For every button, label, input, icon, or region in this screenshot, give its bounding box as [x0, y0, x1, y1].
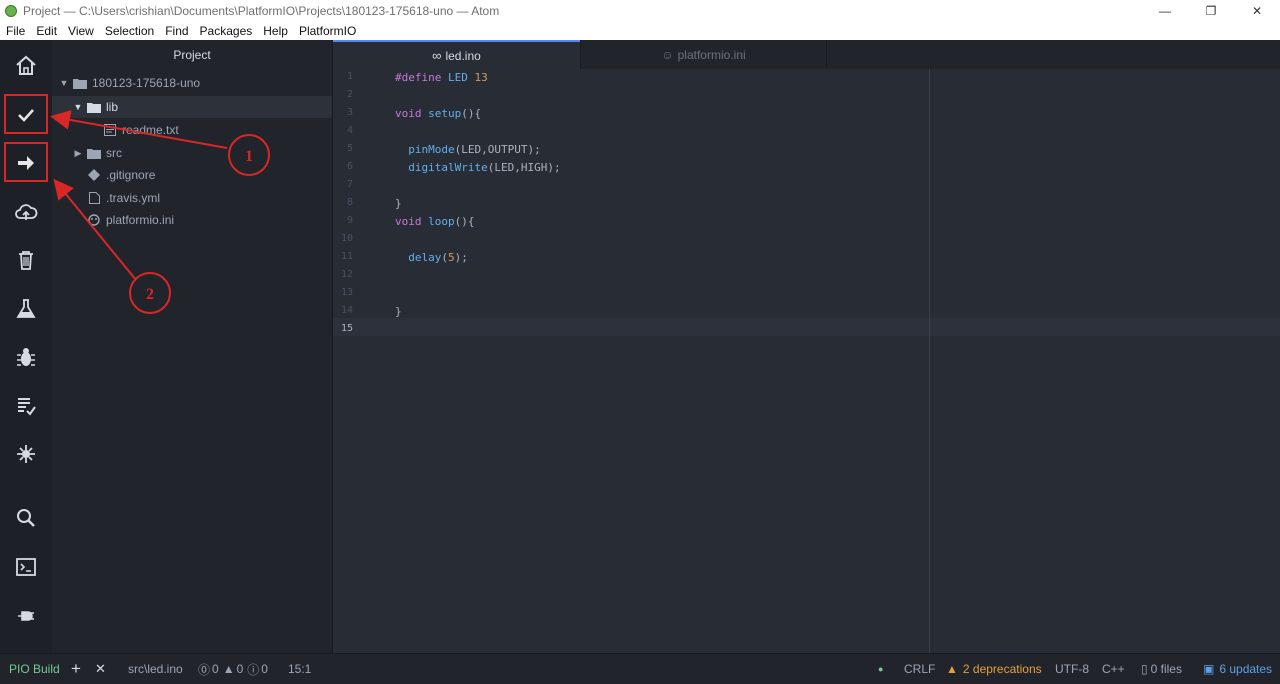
- warning-icon: ▲: [222, 662, 235, 676]
- deprecations-label: 2 deprecations: [962, 662, 1042, 676]
- file-icon: ▯: [1141, 662, 1148, 676]
- warning-count: 0: [236, 662, 244, 676]
- updates-label: 6 updates: [1219, 662, 1273, 676]
- add-terminal-button[interactable]: +: [71, 654, 81, 684]
- git-status-dot-icon: ●: [878, 664, 884, 674]
- annotation-arrow-1: [50, 109, 228, 149]
- annotation-overlay: 1 2: [50, 109, 270, 314]
- package-icon: ▣: [1203, 662, 1215, 676]
- line-ending[interactable]: CRLF: [904, 654, 935, 684]
- error-count: 0: [212, 662, 219, 676]
- info-count: 0: [261, 662, 268, 676]
- diagnostics[interactable]: ⓪ 0 ▲ 0 ⓘ 0: [198, 654, 268, 684]
- pio-build-label[interactable]: PIO Build: [9, 654, 60, 684]
- annotation-arrow-2: [53, 178, 137, 281]
- info-icon: ⓘ: [247, 662, 260, 677]
- grammar[interactable]: C++: [1102, 654, 1125, 684]
- annotation-label-2: 2: [146, 286, 154, 303]
- status-bar: PIO Build + ✕ src\led.ino ⓪ 0 ▲ 0 ⓘ 0 15…: [0, 653, 1280, 683]
- annotation-label-1: 1: [245, 148, 253, 165]
- file-path[interactable]: src\led.ino: [128, 654, 183, 684]
- deprecation-warning-icon: ▲: [946, 662, 958, 676]
- files-indicator[interactable]: ▯ 0 files: [1141, 654, 1182, 684]
- close-terminal-button[interactable]: ✕: [95, 654, 106, 684]
- updates-indicator[interactable]: ▣ 6 updates: [1203, 654, 1272, 684]
- deprecations-indicator[interactable]: ▲ 2 deprecations: [946, 654, 1042, 684]
- encoding[interactable]: UTF-8: [1055, 654, 1089, 684]
- error-icon: ⓪: [198, 662, 211, 677]
- files-label: 0 files: [1150, 662, 1182, 676]
- cursor-position[interactable]: 15:1: [288, 654, 311, 684]
